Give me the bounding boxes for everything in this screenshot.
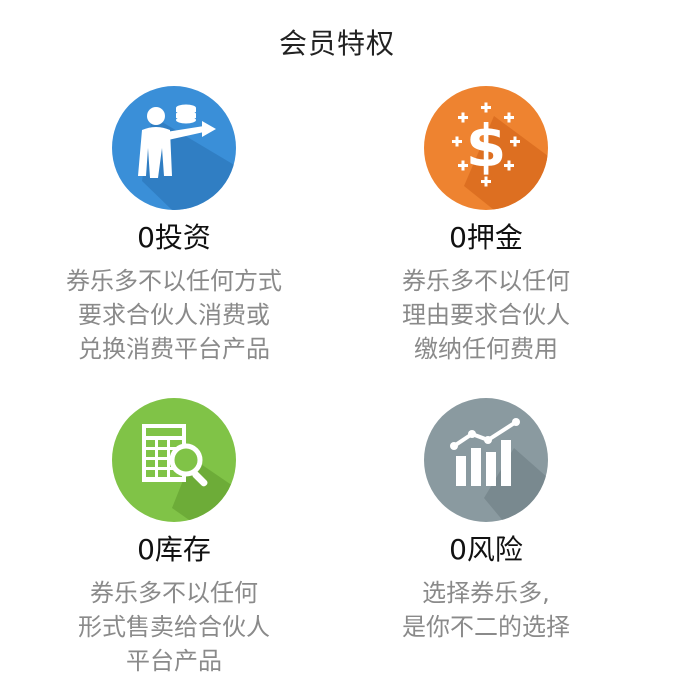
feature-description-line: 选择券乐多, (422, 579, 550, 607)
feature-description-line: 券乐多不以任何方式 (66, 267, 282, 295)
feature-description-line: 理由要求合伙人 (402, 301, 570, 329)
feature-description-line: 平台产品 (126, 647, 222, 675)
feature-card-zero-risk: 0风险 选择券乐多, 是你不二的选择 (336, 398, 636, 644)
feature-card-zero-deposit: $ 0押金 券乐多不以任何 理由要求合伙人 缴纳任何费用 (336, 86, 636, 366)
feature-description: 券乐多不以任何方式 要求合伙人消费或 兑换消费平台产品 (24, 264, 324, 366)
feature-description: 券乐多不以任何 理由要求合伙人 缴纳任何费用 (336, 264, 636, 366)
feature-card-zero-inventory: 0库存 券乐多不以任何 形式售卖给合伙人 平台产品 (24, 398, 324, 678)
feature-description-line: 券乐多不以任何 (90, 579, 258, 607)
feature-description: 券乐多不以任何 形式售卖给合伙人 平台产品 (24, 576, 324, 678)
dollar-sparkle-icon: $ (424, 86, 548, 210)
feature-title: 0押金 (449, 221, 523, 254)
feature-description: 选择券乐多, 是你不二的选择 (336, 576, 636, 644)
rising-bar-chart-icon (424, 398, 548, 522)
feature-title: 0库存 (137, 533, 211, 566)
feature-title: 0投资 (137, 221, 211, 254)
feature-card-zero-investment: 0投资 券乐多不以任何方式 要求合伙人消费或 兑换消费平台产品 (24, 86, 324, 366)
feature-description-line: 缴纳任何费用 (414, 335, 558, 363)
feature-description-line: 要求合伙人消费或 (78, 301, 270, 329)
feature-description-line: 形式售卖给合伙人 (78, 613, 270, 641)
feature-description-line: 兑换消费平台产品 (78, 335, 270, 363)
spreadsheet-magnifier-icon (112, 398, 236, 522)
feature-description-line: 券乐多不以任何 (402, 267, 570, 295)
feature-description-line: 是你不二的选择 (402, 613, 570, 641)
feature-title: 0风险 (449, 533, 523, 566)
page-title: 会员特权 (278, 27, 395, 60)
svg-text:$: $ (466, 112, 506, 180)
presenter-coins-icon (112, 86, 236, 210)
